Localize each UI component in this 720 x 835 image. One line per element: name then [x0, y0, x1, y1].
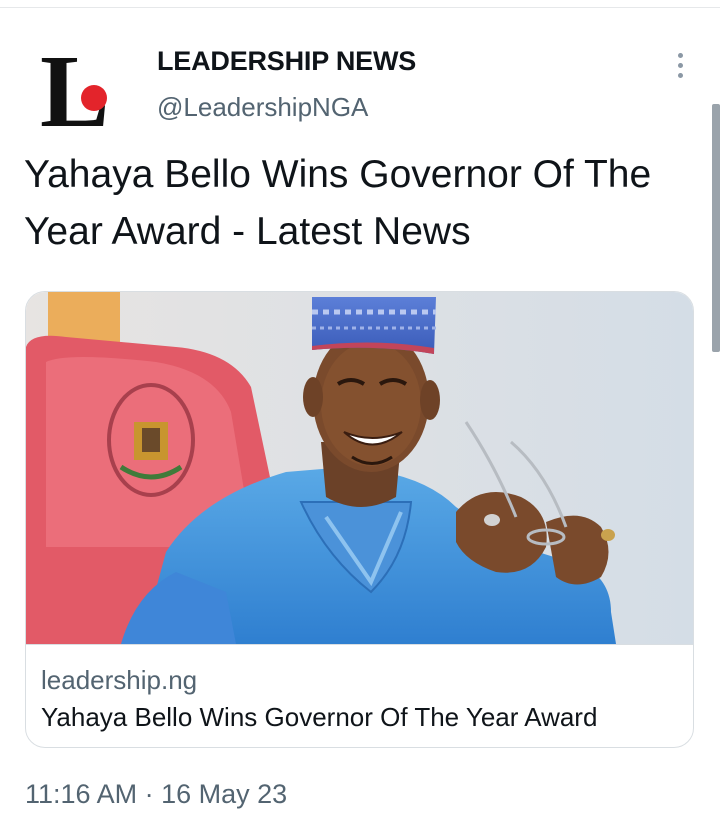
account-avatar[interactable]: L — [38, 34, 130, 149]
article-photo — [26, 292, 693, 644]
top-divider — [0, 7, 720, 8]
link-preview-meta: leadership.ng Yahaya Bello Wins Governor… — [26, 644, 693, 747]
tweet-view: L LEADERSHIP NEWS @LeadershipNGA Yahaya … — [0, 0, 720, 835]
scrollbar-thumb[interactable] — [712, 104, 720, 352]
logo-red-dot — [81, 85, 107, 111]
tweet-time: 11:16 AM — [25, 779, 138, 809]
account-display-name[interactable]: LEADERSHIP NEWS — [157, 46, 416, 77]
tweet-timestamp[interactable]: 11:16 AM · 16 May 23 — [25, 779, 287, 810]
more-options-button[interactable] — [666, 48, 694, 82]
tweet-text: Yahaya Bello Wins Governor Of The Year A… — [24, 153, 652, 253]
tweet-date: 16 May 23 — [161, 779, 288, 809]
account-handle[interactable]: @LeadershipNGA — [157, 92, 368, 123]
more-vertical-icon-dot — [677, 52, 683, 58]
link-title: Yahaya Bello Wins Governor Of The Year A… — [41, 702, 598, 732]
more-vertical-icon-dot — [677, 72, 683, 78]
timestamp-separator: · — [144, 779, 154, 809]
link-preview-card[interactable]: leadership.ng Yahaya Bello Wins Governor… — [25, 291, 694, 748]
leadership-logo-icon: L — [40, 34, 109, 149]
more-vertical-icon-dot — [677, 62, 683, 68]
link-domain: leadership.ng — [41, 665, 198, 695]
